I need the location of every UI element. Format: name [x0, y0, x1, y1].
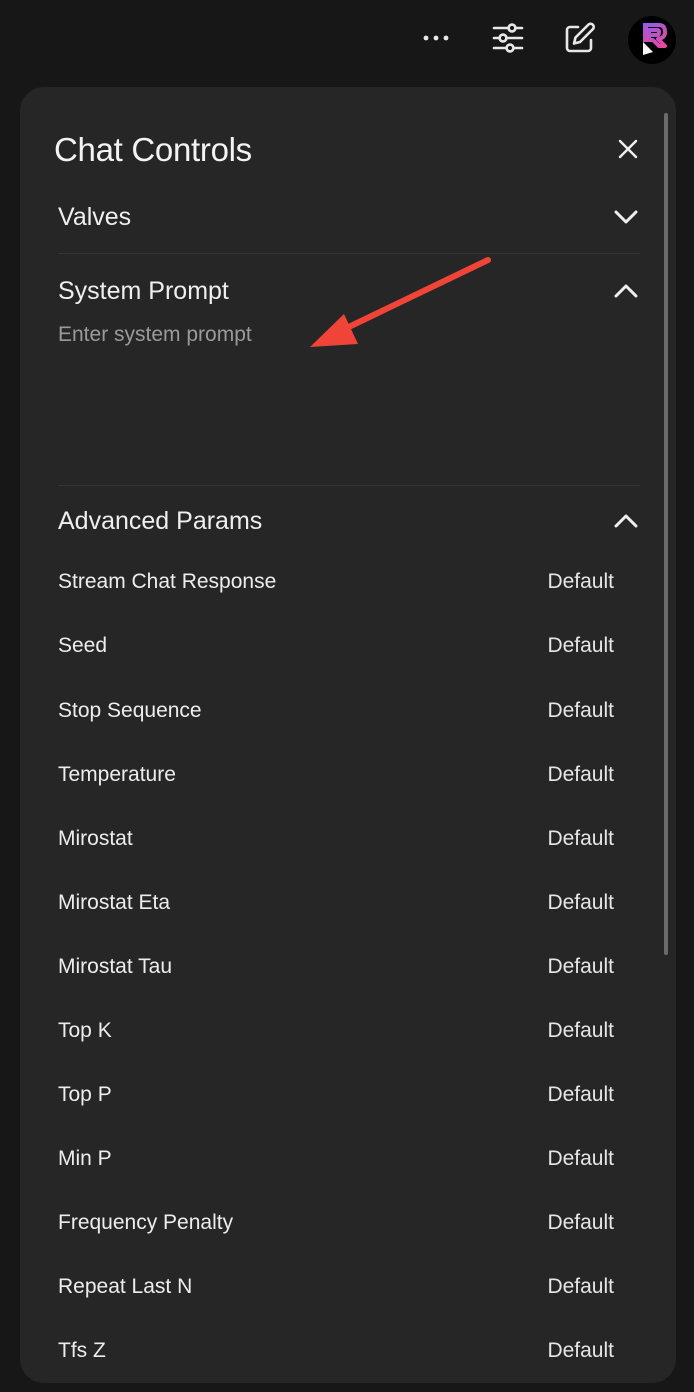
- section-divider: [58, 485, 640, 486]
- edit-icon: [565, 22, 595, 53]
- param-value-toggle[interactable]: Default: [547, 1339, 614, 1363]
- param-label: Top P: [58, 1083, 112, 1106]
- more-horizontal-icon: [423, 35, 449, 41]
- close-panel-button[interactable]: [612, 133, 644, 165]
- param-value-toggle[interactable]: Default: [547, 1211, 614, 1235]
- advanced-params-section-toggle[interactable]: Advanced Params: [58, 501, 640, 541]
- param-value-toggle[interactable]: Default: [547, 1019, 614, 1043]
- param-value-toggle[interactable]: Default: [547, 891, 614, 915]
- valves-section-label: Valves: [58, 202, 132, 231]
- param-row-stream-chat-response: Stream Chat Response Default: [58, 562, 614, 602]
- param-label: Tfs Z: [58, 1339, 106, 1362]
- param-row-tfs-z: Tfs Z Default: [58, 1331, 614, 1371]
- param-row-min-p: Min P Default: [58, 1139, 614, 1179]
- sliders-icon: [492, 23, 524, 53]
- param-label: Min P: [58, 1147, 112, 1170]
- param-row-repeat-last-n: Repeat Last N Default: [58, 1267, 614, 1307]
- chevron-up-icon: [612, 507, 640, 535]
- annotation-arrow-icon: [310, 257, 491, 347]
- param-value-toggle[interactable]: Default: [547, 1083, 614, 1107]
- param-label: Frequency Penalty: [58, 1211, 234, 1234]
- param-row-mirostat-tau: Mirostat Tau Default: [58, 947, 614, 987]
- param-value-toggle[interactable]: Default: [547, 827, 614, 851]
- advanced-params-section-label: Advanced Params: [58, 506, 263, 535]
- brand-logo-icon: [643, 23, 667, 55]
- panel-title: Chat Controls: [54, 131, 252, 168]
- valves-section-toggle[interactable]: Valves: [58, 197, 640, 237]
- param-row-temperature: Temperature Default: [58, 755, 614, 795]
- new-chat-button[interactable]: [558, 16, 602, 60]
- param-value-toggle[interactable]: Default: [547, 955, 614, 979]
- param-label: Repeat Last N: [58, 1275, 193, 1298]
- param-label: Seed: [58, 634, 108, 657]
- panel-scrollbar[interactable]: [664, 113, 668, 955]
- param-row-mirostat-eta: Mirostat Eta Default: [58, 883, 614, 923]
- param-label: Temperature: [58, 763, 176, 786]
- param-value-toggle[interactable]: Default: [547, 763, 614, 787]
- param-value-toggle[interactable]: Default: [547, 699, 614, 723]
- param-value-toggle[interactable]: Default: [547, 570, 614, 594]
- param-label: Stream Chat Response: [58, 570, 277, 593]
- param-row-frequency-penalty: Frequency Penalty Default: [58, 1203, 614, 1243]
- close-icon: [618, 139, 638, 159]
- param-label: Mirostat Tau: [58, 955, 172, 978]
- chevron-up-icon: [612, 277, 640, 305]
- param-row-mirostat: Mirostat Default: [58, 819, 614, 859]
- chevron-down-icon: [612, 203, 640, 231]
- param-row-top-k: Top K Default: [58, 1011, 614, 1051]
- system-prompt-section-label: System Prompt: [58, 276, 229, 305]
- user-avatar[interactable]: [628, 16, 676, 64]
- param-row-stop-sequence: Stop Sequence Default: [58, 691, 614, 731]
- param-row-seed: Seed Default: [58, 626, 614, 666]
- param-row-top-p: Top P Default: [58, 1075, 614, 1115]
- more-options-button[interactable]: [414, 16, 458, 60]
- chat-controls-button[interactable]: [486, 16, 530, 60]
- param-label: Stop Sequence: [58, 699, 202, 722]
- param-label: Mirostat Eta: [58, 891, 171, 914]
- param-label: Top K: [58, 1019, 112, 1042]
- param-value-toggle[interactable]: Default: [547, 1275, 614, 1299]
- param-value-toggle[interactable]: Default: [547, 634, 614, 658]
- param-value-toggle[interactable]: Default: [547, 1147, 614, 1171]
- top-toolbar: [0, 0, 694, 80]
- param-label: Mirostat: [58, 827, 133, 850]
